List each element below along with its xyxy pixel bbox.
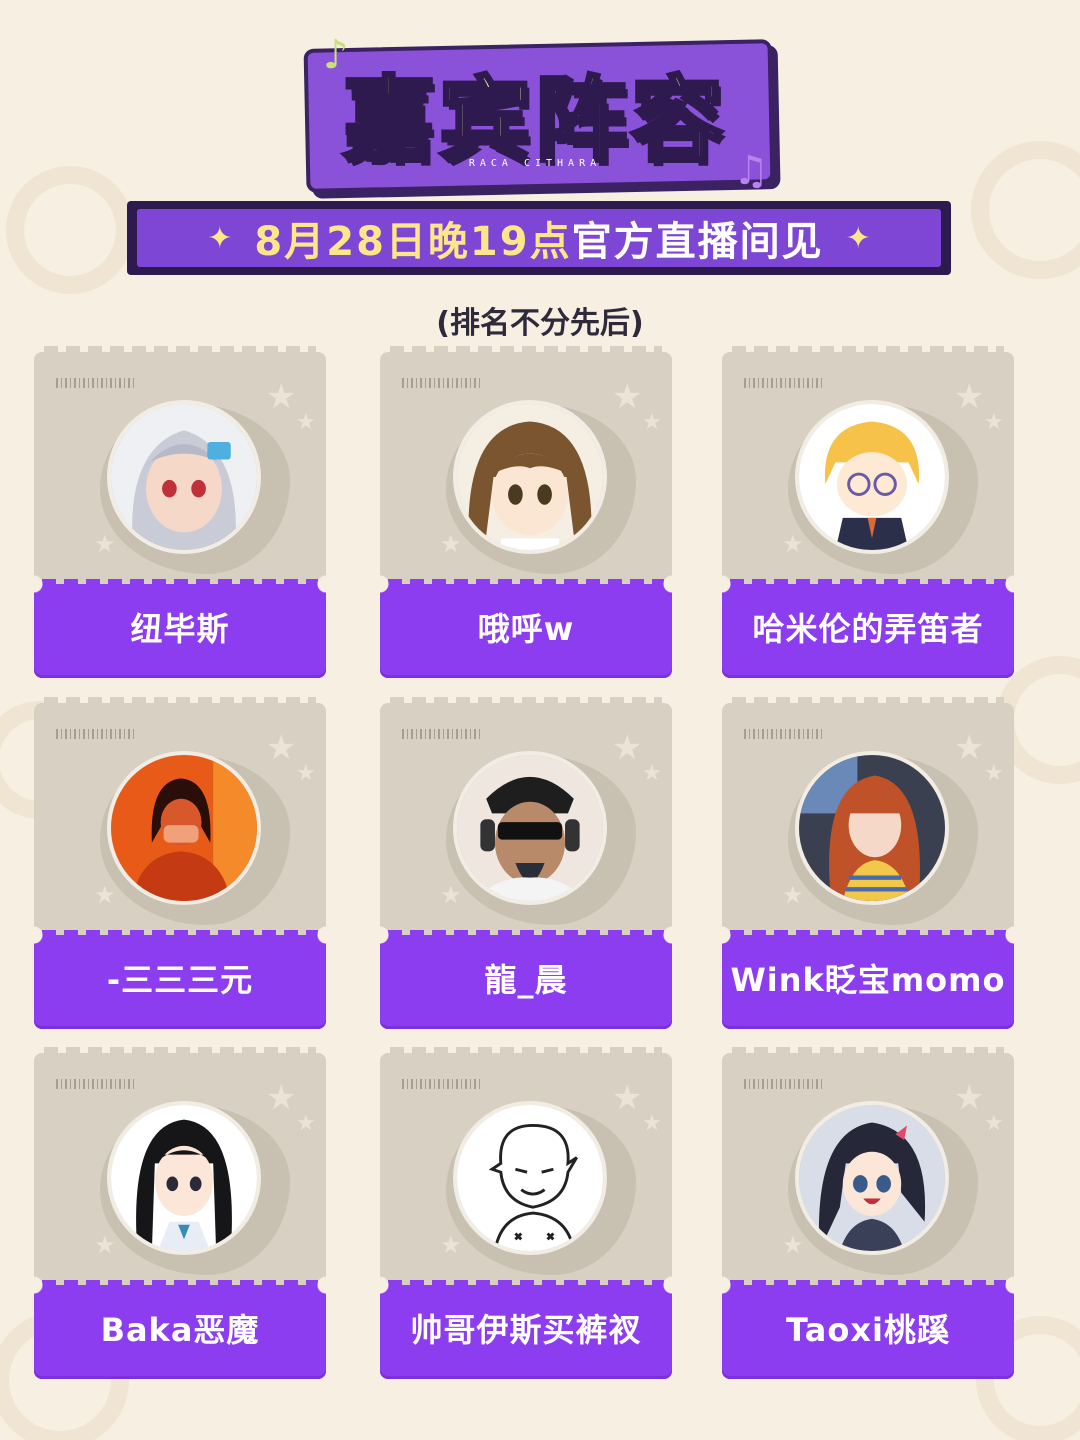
guest-grid: ★ ★ ★ 纽毕斯 ★ ★ ★ 哦呼w ★ ★ ★ 哈米伦的弄笛者 ★ ★ ★ … — [0, 0, 1080, 1440]
barcode-decoration — [744, 729, 824, 739]
guest-card: ★ ★ ★ 哈米伦的弄笛者 — [716, 346, 1020, 678]
star-icon: ★ — [954, 728, 985, 768]
guest-card: ★ ★ ★ 纽毕斯 — [28, 346, 332, 678]
star-icon: ★ — [984, 1111, 1004, 1136]
guest-avatar — [453, 1101, 607, 1255]
star-icon: ★ — [440, 530, 462, 558]
star-icon: ★ — [782, 1231, 804, 1259]
guest-name: 纽毕斯 — [130, 610, 230, 648]
barcode-decoration — [744, 1079, 824, 1089]
guest-avatar — [107, 400, 261, 554]
star-icon: ★ — [266, 728, 297, 768]
star-icon: ★ — [984, 761, 1004, 786]
star-icon: ★ — [954, 377, 985, 417]
barcode-decoration — [56, 1079, 136, 1089]
star-icon: ★ — [782, 530, 804, 558]
star-icon: ★ — [612, 1078, 643, 1118]
star-icon: ★ — [642, 761, 662, 786]
guest-name: -三三三元 — [106, 961, 254, 999]
guest-card: ★ ★ ★ Wink眨宝momo — [716, 697, 1020, 1029]
barcode-decoration — [402, 729, 482, 739]
guest-avatar — [795, 751, 949, 905]
star-icon: ★ — [782, 881, 804, 909]
guest-card: ★ ★ ★ -三三三元 — [28, 697, 332, 1029]
barcode-decoration — [56, 378, 136, 388]
star-icon: ★ — [266, 1078, 297, 1118]
star-icon: ★ — [296, 1111, 316, 1136]
guest-name: 龍_晨 — [484, 961, 568, 999]
guest-avatar — [453, 400, 607, 554]
barcode-decoration — [56, 729, 136, 739]
guest-name: 帅哥伊斯买裤衩 — [410, 1311, 642, 1349]
star-icon: ★ — [954, 1078, 985, 1118]
guest-avatar — [107, 1101, 261, 1255]
guest-card: ★ ★ ★ Baka恶魔 — [28, 1047, 332, 1379]
star-icon: ★ — [296, 410, 316, 435]
guest-card: ★ ★ ★ 哦呼w — [374, 346, 678, 678]
guest-name: Taoxi桃蹊 — [786, 1311, 950, 1349]
star-icon: ★ — [642, 1111, 662, 1136]
guest-name: 哈米伦的弄笛者 — [752, 610, 984, 648]
guest-avatar — [795, 400, 949, 554]
star-icon: ★ — [612, 377, 643, 417]
star-icon: ★ — [94, 1231, 116, 1259]
star-icon: ★ — [94, 530, 116, 558]
star-icon: ★ — [984, 410, 1004, 435]
guest-card: ★ ★ ★ 龍_晨 — [374, 697, 678, 1029]
barcode-decoration — [402, 1079, 482, 1089]
star-icon: ★ — [642, 410, 662, 435]
guest-avatar — [107, 751, 261, 905]
guest-name: Wink眨宝momo — [730, 961, 1006, 999]
guest-card: ★ ★ ★ Taoxi桃蹊 — [716, 1047, 1020, 1379]
guest-name: 哦呼w — [477, 610, 575, 648]
star-icon: ★ — [94, 881, 116, 909]
guest-name: Baka恶魔 — [100, 1311, 260, 1349]
barcode-decoration — [744, 378, 824, 388]
star-icon: ★ — [612, 728, 643, 768]
guest-avatar — [795, 1101, 949, 1255]
star-icon: ★ — [296, 761, 316, 786]
guest-avatar — [453, 751, 607, 905]
barcode-decoration — [402, 378, 482, 388]
star-icon: ★ — [440, 1231, 462, 1259]
guest-card: ★ ★ ★ 帅哥伊斯买裤衩 — [374, 1047, 678, 1379]
star-icon: ★ — [440, 881, 462, 909]
star-icon: ★ — [266, 377, 297, 417]
